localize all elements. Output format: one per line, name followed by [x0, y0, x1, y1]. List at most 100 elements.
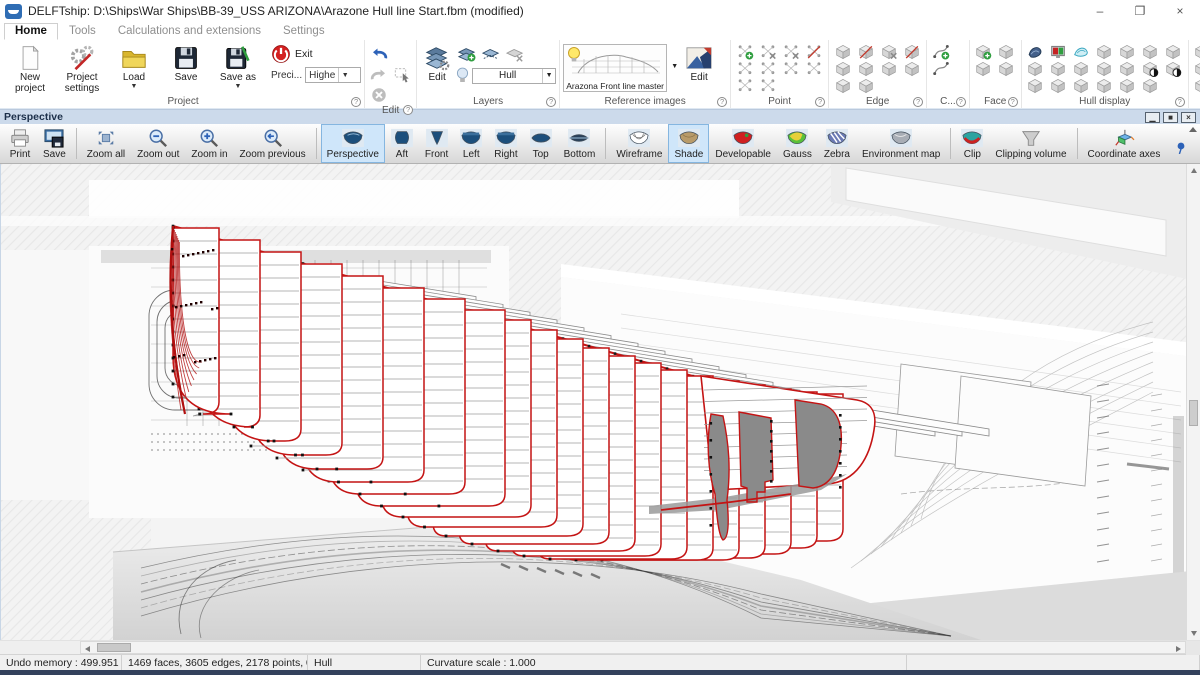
toolbar-button-zoom-all[interactable]: Zoom all [81, 124, 131, 163]
edge-intersect-icon[interactable] [832, 77, 854, 94]
point-transform-icon[interactable] [780, 60, 802, 77]
help-icon[interactable]: ? [717, 97, 727, 107]
close-button[interactable]: × [1160, 0, 1200, 22]
normals-icon[interactable] [1117, 77, 1139, 94]
interior-edges-icon[interactable] [1048, 43, 1070, 60]
viewport-3d[interactable] [0, 164, 1200, 640]
point-group-icon[interactable] [757, 77, 779, 94]
toolbar-button-save[interactable]: Save [37, 124, 72, 163]
help-icon[interactable]: ? [1008, 97, 1018, 107]
face-check-icon[interactable] [996, 60, 1018, 77]
toolbar-button-zebra[interactable]: Zebra [818, 124, 856, 163]
restore-button[interactable]: ❐ [1120, 0, 1160, 22]
undo-button[interactable] [368, 43, 390, 63]
select-button[interactable] [391, 64, 413, 84]
point-add-icon[interactable] [734, 43, 756, 60]
delete-button[interactable] [368, 85, 390, 105]
edge-extrude-icon[interactable] [832, 43, 854, 60]
edge-collapse-icon[interactable] [878, 43, 900, 60]
vertical-scroll-thumb[interactable] [1189, 400, 1198, 426]
tab-tools[interactable]: Tools [58, 23, 107, 40]
diagonals-icon[interactable] [1163, 43, 1185, 60]
point-align-icon[interactable] [757, 60, 779, 77]
pin-icon[interactable] [1176, 141, 1186, 159]
exit-button[interactable]: Exit [271, 44, 313, 64]
stations-icon[interactable] [1094, 43, 1116, 60]
control-net-icon[interactable] [1025, 43, 1047, 60]
minimize-button[interactable]: – [1080, 0, 1120, 22]
scroll-left-icon[interactable] [85, 646, 90, 652]
face-flip-icon[interactable] [996, 43, 1018, 60]
toolbar-button-perspective[interactable]: Perspective [321, 124, 385, 163]
toolbar-button-left[interactable]: Left [454, 124, 488, 163]
chevron-down-icon[interactable]: ▼ [671, 63, 678, 70]
frames-down-icon[interactable] [1117, 60, 1139, 77]
help-icon[interactable]: ? [351, 97, 361, 107]
redo-button[interactable] [368, 64, 390, 84]
tank-1-icon[interactable] [1192, 43, 1200, 60]
tab-calculations[interactable]: Calculations and extensions [107, 23, 272, 40]
save-button[interactable]: Save [161, 41, 211, 84]
layer-add-icon[interactable] [456, 44, 478, 64]
scroll-down-icon[interactable] [1191, 631, 1197, 636]
edge-insert-icon[interactable] [901, 43, 923, 60]
toolbar-button-developable[interactable]: Developable [709, 124, 777, 163]
toolbar-button-front[interactable]: Front [419, 124, 454, 163]
load-button[interactable]: Load ▼ [109, 41, 159, 89]
help-icon[interactable]: ? [546, 97, 556, 107]
markers-icon[interactable] [1048, 60, 1070, 77]
edge-length-icon[interactable] [855, 77, 877, 94]
scroll-up-icon[interactable] [1191, 168, 1197, 173]
curvature-icon[interactable] [1071, 43, 1093, 60]
buttocks-icon[interactable] [1117, 43, 1139, 60]
tank-3-icon[interactable] [1192, 60, 1200, 77]
toolbar-button-environment-map[interactable]: Environment map [856, 124, 946, 163]
new-project-button[interactable]: New project [5, 41, 55, 94]
edge-swap-icon[interactable] [855, 60, 877, 77]
layer-delete-icon[interactable] [504, 44, 526, 64]
toolbar-button-zoom-previous[interactable]: Zoom previous [234, 124, 312, 163]
toolbar-button-gauss[interactable]: Gauss [777, 124, 818, 163]
point-insert-icon[interactable] [803, 43, 825, 60]
toolbar-button-right[interactable]: Right [488, 124, 523, 163]
panels-icon[interactable] [1048, 77, 1070, 94]
layer-auto-group-icon[interactable] [480, 44, 502, 64]
help-icon[interactable]: ? [913, 97, 923, 107]
features-bw-icon[interactable] [1163, 60, 1185, 77]
toolbar-button-wireframe[interactable]: Wireframe [610, 124, 668, 163]
curve-edit-icon[interactable] [930, 60, 952, 77]
frames-up-icon[interactable] [1094, 60, 1116, 77]
point-move-icon[interactable] [803, 60, 825, 77]
tab-home[interactable]: Home [4, 23, 58, 40]
toolbar-button-aft[interactable]: Aft [385, 124, 419, 163]
toolbar-button-coordinate-axes[interactable]: Coordinate axes [1082, 124, 1167, 163]
tab-settings[interactable]: Settings [272, 23, 336, 40]
toolbar-button-zoom-out[interactable]: Zoom out [131, 124, 185, 163]
help-icon[interactable]: ? [1175, 97, 1185, 107]
horizontal-scroll-thumb[interactable] [97, 643, 131, 652]
vertical-scrollbar[interactable] [1186, 164, 1200, 640]
save-as-button[interactable]: Save as ▼ [213, 41, 263, 89]
shadow-icon[interactable] [1140, 77, 1162, 94]
point-collapse-icon[interactable] [757, 43, 779, 60]
mesh-icon[interactable] [1025, 77, 1047, 94]
horizontal-scrollbar[interactable] [0, 640, 1200, 654]
toolbar-button-top[interactable]: Top [524, 124, 558, 163]
reference-image-edit-button[interactable]: Edit [681, 41, 717, 84]
toolbar-collapse-icon[interactable] [1189, 127, 1197, 132]
edge-connect-icon[interactable] [901, 60, 923, 77]
panel-minimize-button[interactable]: ▁ [1145, 112, 1160, 123]
toolbar-button-clipping-volume[interactable]: Clipping volume [989, 124, 1072, 163]
edge-bevel-icon[interactable] [878, 60, 900, 77]
face-new-icon[interactable] [973, 43, 995, 60]
panel-maximize-button[interactable]: ■ [1163, 112, 1178, 123]
reference-image-thumbnail[interactable]: Arazona Front line master ▼ [563, 44, 667, 92]
point-dialog-icon[interactable] [734, 77, 756, 94]
precision-dropdown[interactable]: Highe ▼ [305, 67, 361, 83]
flowlines-icon[interactable] [1071, 60, 1093, 77]
scroll-right-icon[interactable] [1176, 646, 1181, 652]
help-icon[interactable]: ? [403, 105, 413, 115]
help-icon[interactable]: ? [815, 97, 825, 107]
layer-dropdown[interactable]: Hull ▼ [472, 68, 556, 84]
toolbar-button-shade[interactable]: Shade [668, 124, 709, 163]
